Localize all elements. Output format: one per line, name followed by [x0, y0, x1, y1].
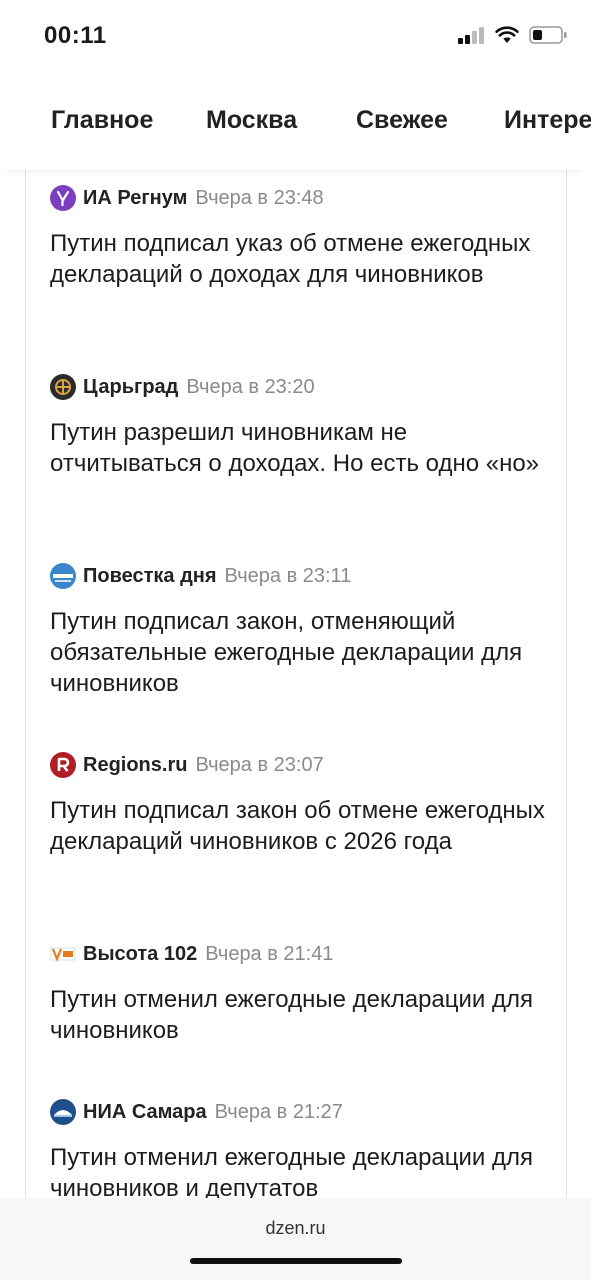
status-bar: 00:11	[0, 0, 591, 72]
timestamp: Вчера в 23:07	[195, 753, 324, 776]
source-name[interactable]: Царьград	[83, 376, 178, 399]
news-item[interactable]: ИА Регнум Вчера в 23:48 Путин подписал у…	[50, 184, 550, 290]
source-name[interactable]: Высота 102	[83, 943, 197, 966]
vysota-logo	[50, 941, 76, 967]
news-headline[interactable]: Путин подписал указ об отмене ежегодных …	[50, 228, 550, 290]
tab-interesting[interactable]: Интере	[504, 106, 591, 135]
regnum-logo	[50, 185, 76, 211]
news-source-line: ИА Регнум Вчера в 23:48	[50, 184, 550, 212]
regions-logo	[50, 752, 76, 778]
news-source-line: Повестка дня Вчера в 23:11	[50, 562, 550, 590]
news-headline[interactable]: Путин подписал закон об отмене ежегодных…	[50, 795, 550, 857]
news-item[interactable]: Царьград Вчера в 23:20 Путин разрешил чи…	[50, 373, 550, 479]
news-source-line: Царьград Вчера в 23:20	[50, 373, 550, 401]
browser-bottom-bar: dzen.ru	[0, 1198, 591, 1280]
news-headline[interactable]: Путин отменил ежегодные декларации для ч…	[50, 984, 550, 1046]
news-headline[interactable]: Путин отменил ежегодные декларации для ч…	[50, 1142, 550, 1198]
news-item[interactable]: Regions.ru Вчера в 23:07 Путин подписал …	[50, 751, 550, 857]
news-source-line: Высота 102 Вчера в 21:41	[50, 940, 550, 968]
url-bar[interactable]: dzen.ru	[0, 1218, 591, 1239]
timestamp: Вчера в 21:41	[205, 942, 334, 965]
home-indicator[interactable]	[190, 1258, 402, 1264]
news-source-line: НИА Самара Вчера в 21:27	[50, 1098, 550, 1126]
news-headline[interactable]: Путин разрешил чиновникам не отчитыватьс…	[50, 417, 550, 479]
wifi-icon	[495, 26, 519, 43]
povestka-logo	[50, 563, 76, 589]
status-time: 00:11	[44, 22, 107, 49]
news-headline[interactable]: Путин подписал закон, отменяющий обязате…	[50, 606, 550, 699]
status-icons	[458, 26, 567, 44]
tab-fresh[interactable]: Свежее	[356, 106, 448, 135]
timestamp: Вчера в 21:27	[214, 1100, 343, 1123]
news-item[interactable]: Высота 102 Вчера в 21:41 Путин отменил е…	[50, 940, 550, 1046]
timestamp: Вчера в 23:20	[186, 375, 315, 398]
source-name[interactable]: Regions.ru	[83, 754, 187, 777]
source-name[interactable]: Повестка дня	[83, 565, 217, 588]
nia-samara-logo	[50, 1099, 76, 1125]
source-name[interactable]: НИА Самара	[83, 1101, 207, 1124]
tsargrad-logo	[50, 374, 76, 400]
news-source-line: Regions.ru Вчера в 23:07	[50, 751, 550, 779]
cellular-signal-icon	[458, 26, 484, 44]
source-name[interactable]: ИА Регнум	[83, 187, 187, 210]
tab-moscow[interactable]: Москва	[206, 106, 297, 135]
news-feed: ИА Регнум Вчера в 23:48 Путин подписал у…	[25, 170, 567, 1198]
category-tabs: Главное Москва Свежее Интере	[0, 72, 591, 170]
timestamp: Вчера в 23:11	[224, 564, 352, 587]
tab-main[interactable]: Главное	[51, 106, 153, 135]
timestamp: Вчера в 23:48	[195, 186, 324, 209]
news-item[interactable]: Повестка дня Вчера в 23:11 Путин подписа…	[50, 562, 550, 699]
battery-icon	[529, 26, 567, 44]
news-item[interactable]: НИА Самара Вчера в 21:27 Путин отменил е…	[50, 1098, 550, 1198]
